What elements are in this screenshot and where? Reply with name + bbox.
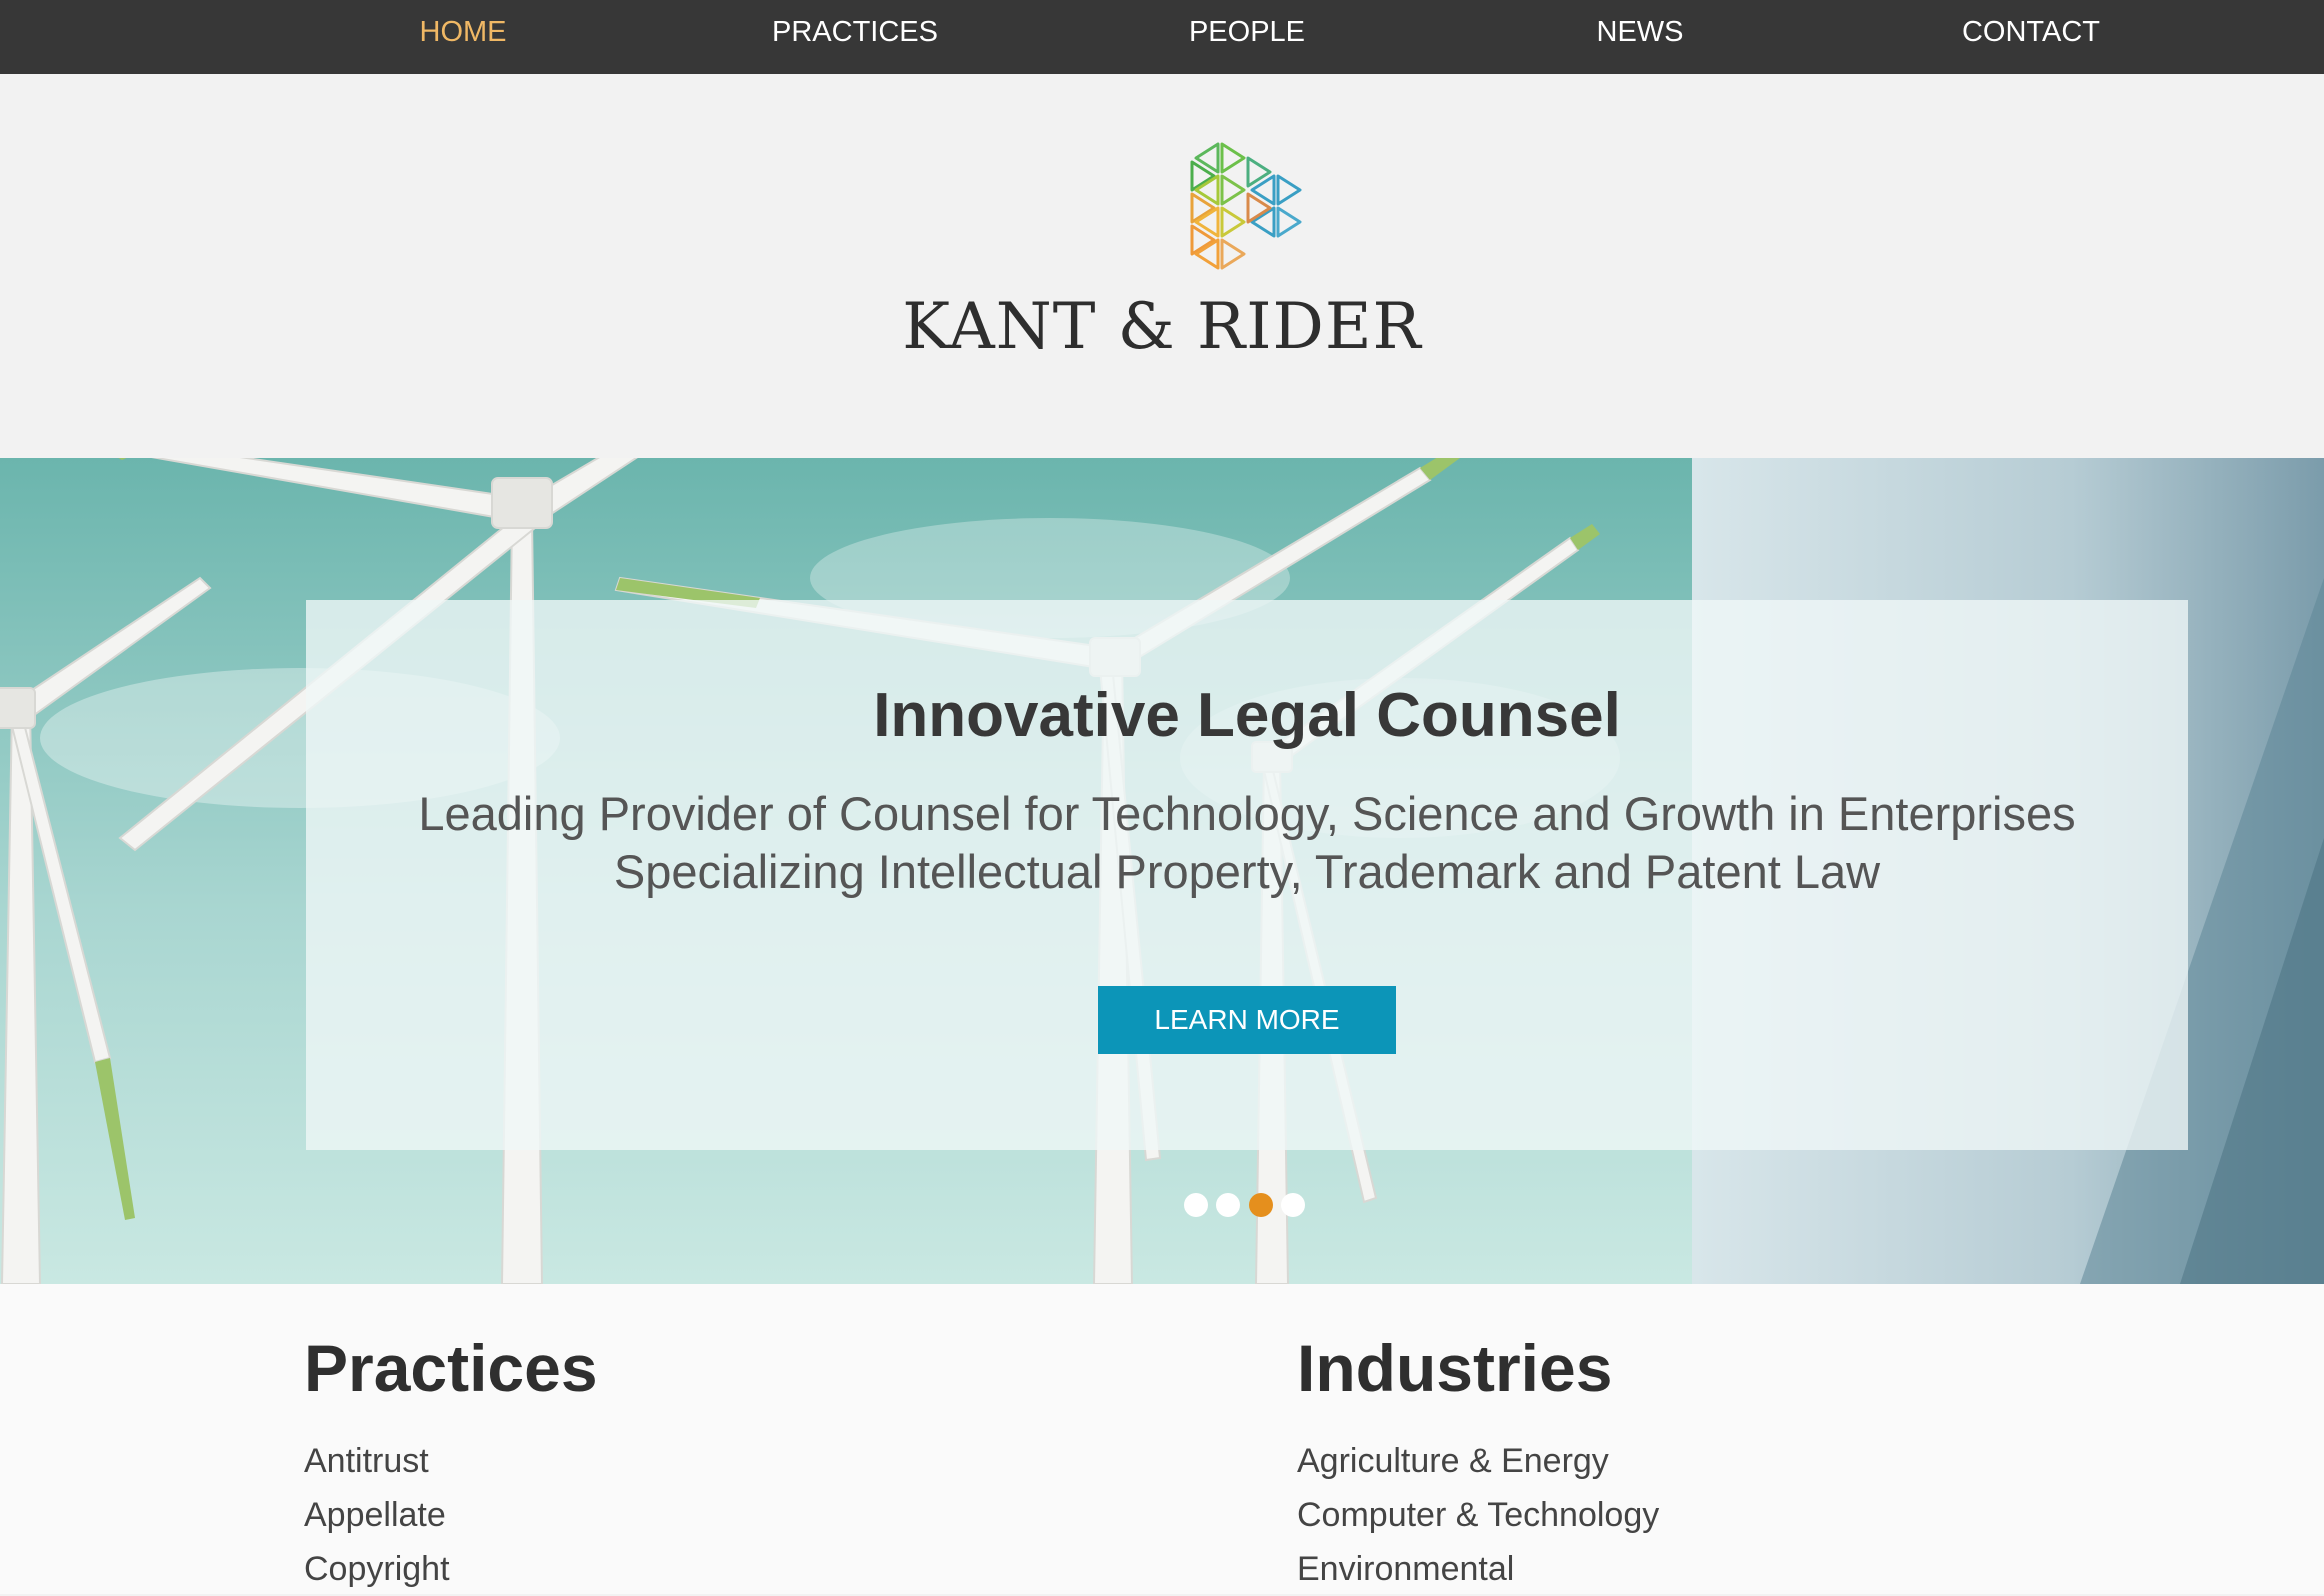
industry-item-agriculture-energy[interactable]: Agriculture & Energy (1297, 1434, 1659, 1488)
hero-overlay-card: Innovative Legal Counsel Leading Provide… (306, 600, 2188, 1150)
hero-carousel: Innovative Legal Counsel Leading Provide… (0, 458, 2324, 1284)
hero-subtitle-line-2: Specializing Intellectual Property, Trad… (613, 845, 1881, 898)
hero-title: Innovative Legal Counsel (873, 681, 1621, 750)
industries-heading: Industries (1297, 1331, 1613, 1405)
hero-subtitle-line-1: Leading Provider of Counsel for Technolo… (418, 787, 2076, 840)
hexagon-triangles-logo-icon[interactable] (1170, 136, 1310, 276)
top-navigation: HOME PRACTICES PEOPLE NEWS CONTACT (0, 0, 2324, 74)
practices-list: Antitrust Appellate Copyright (304, 1434, 598, 1596)
nav-people[interactable]: PEOPLE (1189, 0, 1305, 74)
nav-contact[interactable]: CONTACT (1962, 0, 2100, 74)
practice-item-antitrust[interactable]: Antitrust (304, 1434, 598, 1488)
nav-home[interactable]: HOME (420, 0, 507, 74)
industry-item-computer-technology[interactable]: Computer & Technology (1297, 1488, 1659, 1542)
learn-more-button[interactable]: LEARN MORE (1098, 986, 1396, 1054)
industries-list: Agriculture & Energy Computer & Technolo… (1297, 1434, 1659, 1596)
lower-content: Practices Antitrust Appellate Copyright … (0, 1284, 2324, 1594)
carousel-dot-1[interactable] (1184, 1193, 1208, 1217)
brand-name[interactable]: KANT & RIDER (0, 290, 2324, 364)
practice-item-appellate[interactable]: Appellate (304, 1488, 598, 1542)
carousel-indicators (0, 1193, 2324, 1219)
carousel-dot-2[interactable] (1216, 1193, 1240, 1217)
nav-news[interactable]: NEWS (1597, 0, 1684, 74)
site-header: KANT & RIDER (0, 74, 2324, 458)
industry-item-environmental[interactable]: Environmental (1297, 1542, 1659, 1596)
practice-item-copyright[interactable]: Copyright (304, 1542, 598, 1596)
carousel-dot-4[interactable] (1281, 1193, 1305, 1217)
industries-section: Industries Agriculture & Energy Computer… (1297, 1332, 1659, 1596)
nav-practices[interactable]: PRACTICES (772, 0, 938, 74)
practices-heading: Practices (304, 1331, 598, 1405)
practices-section: Practices Antitrust Appellate Copyright (304, 1332, 598, 1596)
carousel-dot-3[interactable] (1249, 1193, 1273, 1217)
